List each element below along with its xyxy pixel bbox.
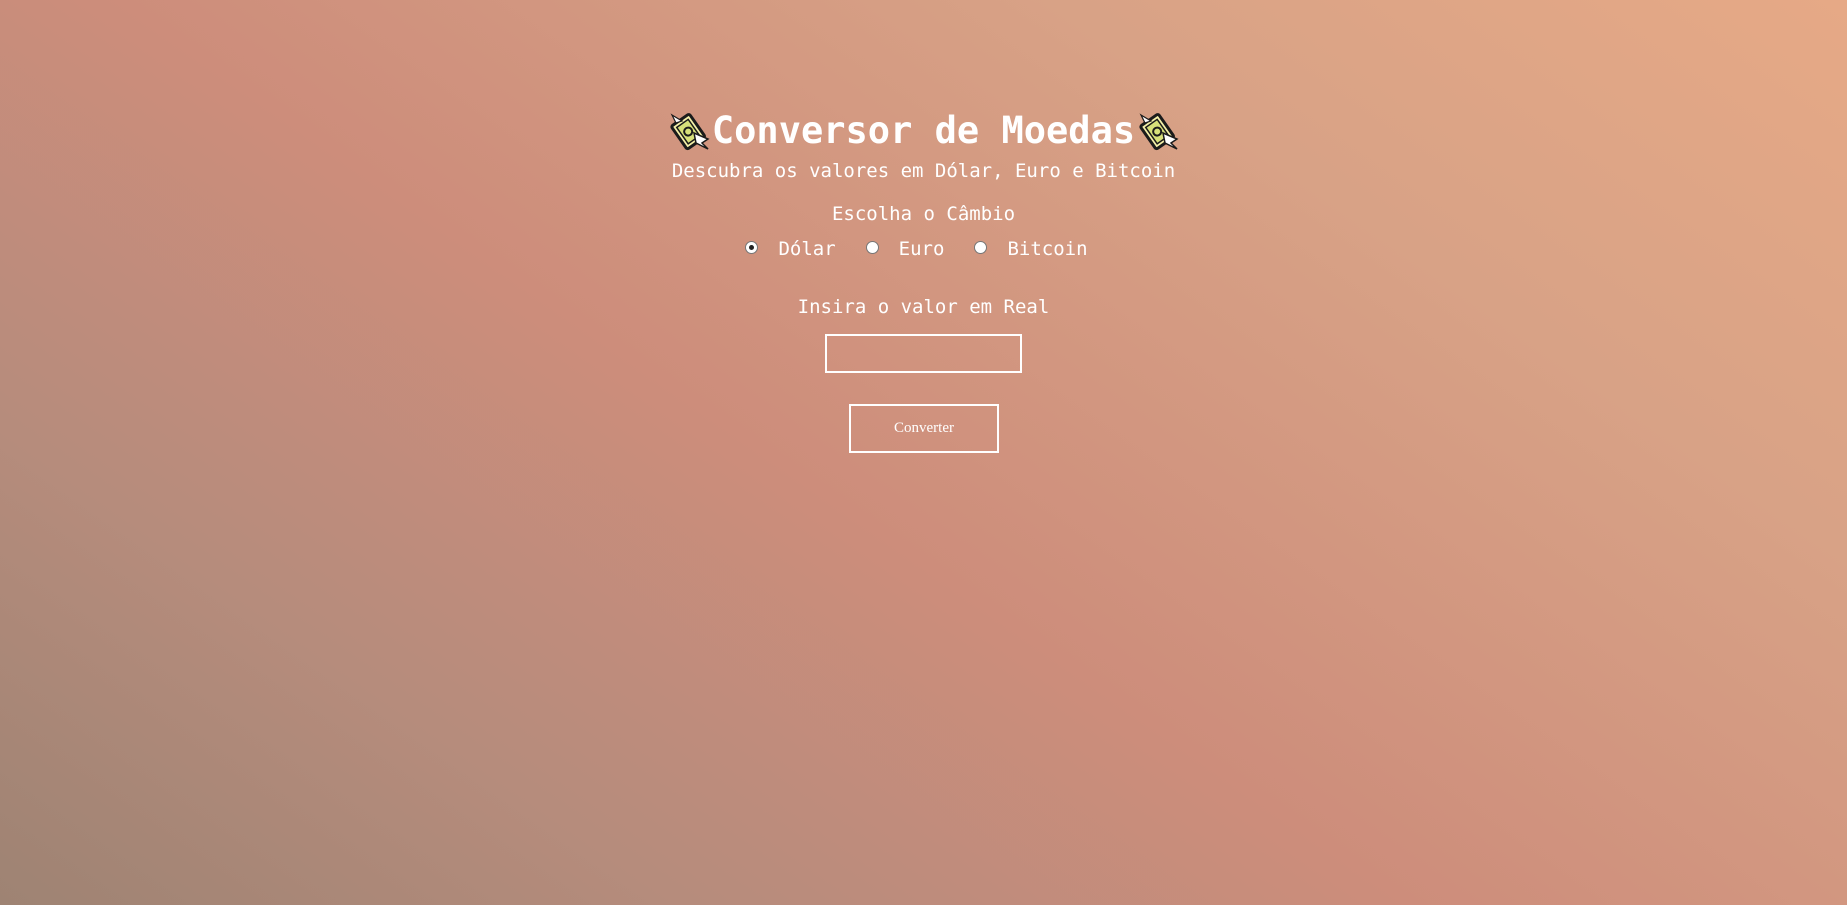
money-with-wings-icon [670,113,710,151]
radio-button-bitcoin[interactable] [974,241,988,254]
amount-input[interactable] [825,334,1022,373]
radio-button-euro[interactable] [865,241,879,254]
page-title: Conversor de Moedas [711,109,1136,152]
radio-option-euro[interactable]: Euro [865,238,959,260]
page-subtitle: Descubra os valores em Dólar, Euro e Bit… [671,160,1176,182]
exchange-label: Escolha o Câmbio [831,203,1016,225]
exchange-radio-group: Dólar Euro Bitcoin [0,238,1847,260]
amount-label: Insira o valor em Real [797,296,1050,318]
radio-label-dolar[interactable]: Dólar [778,238,835,260]
radio-label-bitcoin[interactable]: Bitcoin [1007,238,1087,260]
radio-option-bitcoin[interactable]: Bitcoin [974,238,1101,260]
radio-button-dolar[interactable] [745,241,759,254]
radio-option-dolar[interactable]: Dólar [745,238,849,260]
title-row: Conversor de Moedas [0,105,1847,157]
radio-label-euro[interactable]: Euro [899,238,945,260]
convert-button[interactable]: Converter [849,404,999,453]
money-with-wings-icon [1139,113,1179,151]
